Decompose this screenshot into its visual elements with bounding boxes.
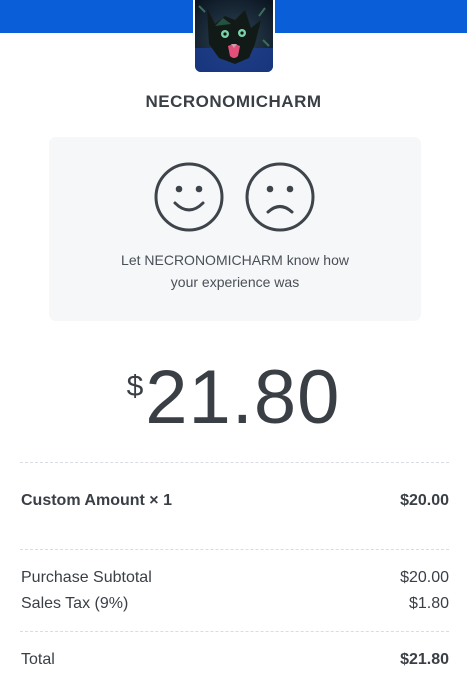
divider bbox=[20, 462, 449, 463]
line-item-label: Custom Amount × 1 bbox=[21, 492, 172, 509]
tax-value: $1.80 bbox=[408, 595, 449, 612]
feedback-prompt: Let NECRONOMICHARM know how your experie… bbox=[89, 249, 381, 293]
cat-photo-avatar bbox=[195, 0, 273, 72]
total-value: $21.80 bbox=[400, 651, 449, 668]
subtotal-value: $20.00 bbox=[400, 569, 449, 586]
merchant-avatar bbox=[193, 0, 275, 74]
tax-row: Sales Tax (9%) $1.80 bbox=[21, 595, 449, 613]
payment-amount: $21.80 bbox=[0, 358, 467, 438]
line-item: Custom Amount × 1 $20.00 bbox=[21, 492, 449, 510]
merchant-name: NECRONOMICHARM bbox=[145, 92, 322, 111]
feedback-card: Let NECRONOMICHARM know how your experie… bbox=[49, 137, 421, 321]
divider bbox=[20, 631, 449, 632]
divider bbox=[20, 549, 449, 550]
total-row: Total $21.80 bbox=[21, 651, 449, 669]
smiley-face-icon[interactable] bbox=[153, 161, 225, 233]
feedback-prompt-line1: Let NECRONOMICHARM know how bbox=[121, 252, 349, 268]
line-item-amount: $20.00 bbox=[400, 492, 449, 509]
frowny-face-icon[interactable] bbox=[244, 161, 316, 233]
tax-label: Sales Tax (9%) bbox=[21, 595, 129, 612]
total-label: Total bbox=[21, 651, 55, 668]
subtotal-label: Purchase Subtotal bbox=[21, 569, 152, 586]
total-amount-value: 21.80 bbox=[145, 355, 341, 440]
feedback-prompt-line2: your experience was bbox=[170, 274, 300, 290]
subtotal-row: Purchase Subtotal $20.00 bbox=[21, 569, 449, 587]
currency-symbol: $ bbox=[126, 370, 144, 403]
